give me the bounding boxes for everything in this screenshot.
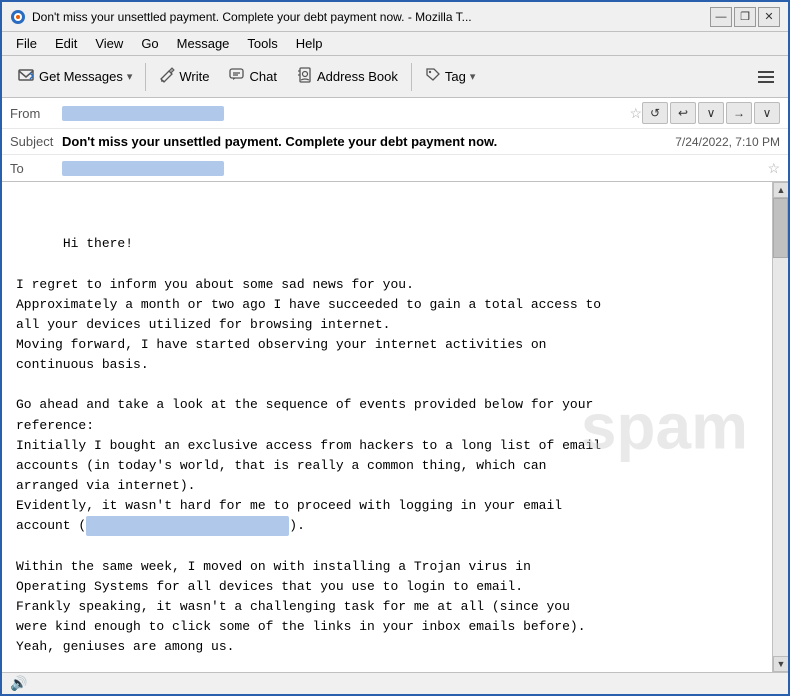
write-icon — [159, 67, 175, 87]
chat-button[interactable]: Chat — [220, 63, 285, 91]
email-subject-row: Subject Don't miss your unsettled paymen… — [2, 129, 788, 155]
email-body[interactable]: spam Hi there! I regret to inform you ab… — [2, 182, 772, 672]
from-star-icon[interactable]: ☆ — [629, 105, 642, 122]
to-star-icon[interactable]: ☆ — [767, 160, 780, 177]
toolbar: Get Messages ▾ Write — [2, 56, 788, 98]
scrollbar[interactable]: ▲ ▼ — [772, 182, 788, 672]
status-bar: 🔊 — [2, 672, 788, 694]
menu-help[interactable]: Help — [288, 34, 331, 53]
address-book-icon — [297, 67, 313, 87]
from-value: elena.bu1999@c.service... — [62, 106, 623, 121]
subject-value: Don't miss your unsettled payment. Compl… — [62, 134, 675, 149]
email-body-container: spam Hi there! I regret to inform you ab… — [2, 182, 788, 672]
forward-button[interactable]: → — [726, 102, 752, 124]
scroll-down-button[interactable]: ▼ — [773, 656, 788, 672]
to-value: elena.bu1999@c.service... — [62, 161, 761, 176]
scrollbar-thumb[interactable] — [773, 198, 788, 258]
nav-down-button[interactable]: ∨ — [698, 102, 724, 124]
spam-watermark: spam — [581, 377, 748, 476]
from-label: From — [10, 106, 62, 121]
menu-bar: File Edit View Go Message Tools Help — [2, 32, 788, 56]
from-email-masked: elena.bu1999@c.service... — [62, 106, 224, 121]
reply-all-button[interactable]: ↩ — [670, 102, 696, 124]
email-header: From elena.bu1999@c.service... ☆ ↺ ↩ ∨ →… — [2, 98, 788, 182]
to-label: To — [10, 161, 62, 176]
email-date: 7/24/2022, 7:10 PM — [675, 135, 780, 149]
window-title: Don't miss your unsettled payment. Compl… — [32, 10, 704, 24]
close-button[interactable]: ✕ — [758, 7, 780, 27]
minimize-button[interactable]: — — [710, 7, 732, 27]
address-book-button[interactable]: Address Book — [288, 63, 407, 91]
toolbar-separator-2 — [411, 63, 412, 91]
tag-button[interactable]: Tag ▾ — [416, 63, 485, 91]
email-nav-buttons: ↺ ↩ ∨ → ∨ — [642, 102, 780, 124]
email-body-link[interactable]: elena.bu1999@c.service... — [86, 516, 289, 536]
menu-view[interactable]: View — [87, 34, 131, 53]
tag-dropdown-icon[interactable]: ▾ — [470, 70, 476, 83]
window-controls: — ❐ ✕ — [710, 7, 780, 27]
tag-label: Tag — [445, 69, 466, 84]
email-body-text-1: Hi there! I regret to inform you about s… — [16, 236, 601, 533]
write-label: Write — [179, 69, 209, 84]
email-to-row: To elena.bu1999@c.service... ☆ — [2, 155, 788, 181]
chat-label: Chat — [249, 69, 276, 84]
subject-label: Subject — [10, 134, 62, 149]
menu-go[interactable]: Go — [133, 34, 166, 53]
get-messages-label: Get Messages — [39, 69, 123, 84]
menu-edit[interactable]: Edit — [47, 34, 85, 53]
get-messages-icon — [17, 66, 35, 88]
menu-file[interactable]: File — [8, 34, 45, 53]
title-bar: Don't miss your unsettled payment. Compl… — [2, 2, 788, 32]
main-window: Don't miss your unsettled payment. Compl… — [0, 0, 790, 696]
nav-more-button[interactable]: ∨ — [754, 102, 780, 124]
address-book-label: Address Book — [317, 69, 398, 84]
write-button[interactable]: Write — [150, 63, 218, 91]
to-email-masked: elena.bu1999@c.service... — [62, 161, 224, 176]
chat-icon — [229, 67, 245, 87]
status-audio-icon: 🔊 — [10, 675, 27, 692]
email-from-row: From elena.bu1999@c.service... ☆ ↺ ↩ ∨ →… — [2, 98, 788, 129]
toolbar-separator-1 — [145, 63, 146, 91]
tag-icon — [425, 67, 441, 87]
email-body-text-2: ). Within the same week, I moved on with… — [16, 518, 586, 654]
menu-message[interactable]: Message — [169, 34, 238, 53]
app-icon — [10, 9, 26, 25]
restore-button[interactable]: ❐ — [734, 7, 756, 27]
get-messages-dropdown-icon[interactable]: ▾ — [127, 70, 133, 83]
menu-tools[interactable]: Tools — [239, 34, 285, 53]
reply-button[interactable]: ↺ — [642, 102, 668, 124]
toolbar-menu-button[interactable] — [750, 66, 782, 88]
scroll-up-button[interactable]: ▲ — [773, 182, 788, 198]
scrollbar-track[interactable] — [773, 198, 788, 656]
get-messages-button[interactable]: Get Messages ▾ — [8, 62, 141, 92]
